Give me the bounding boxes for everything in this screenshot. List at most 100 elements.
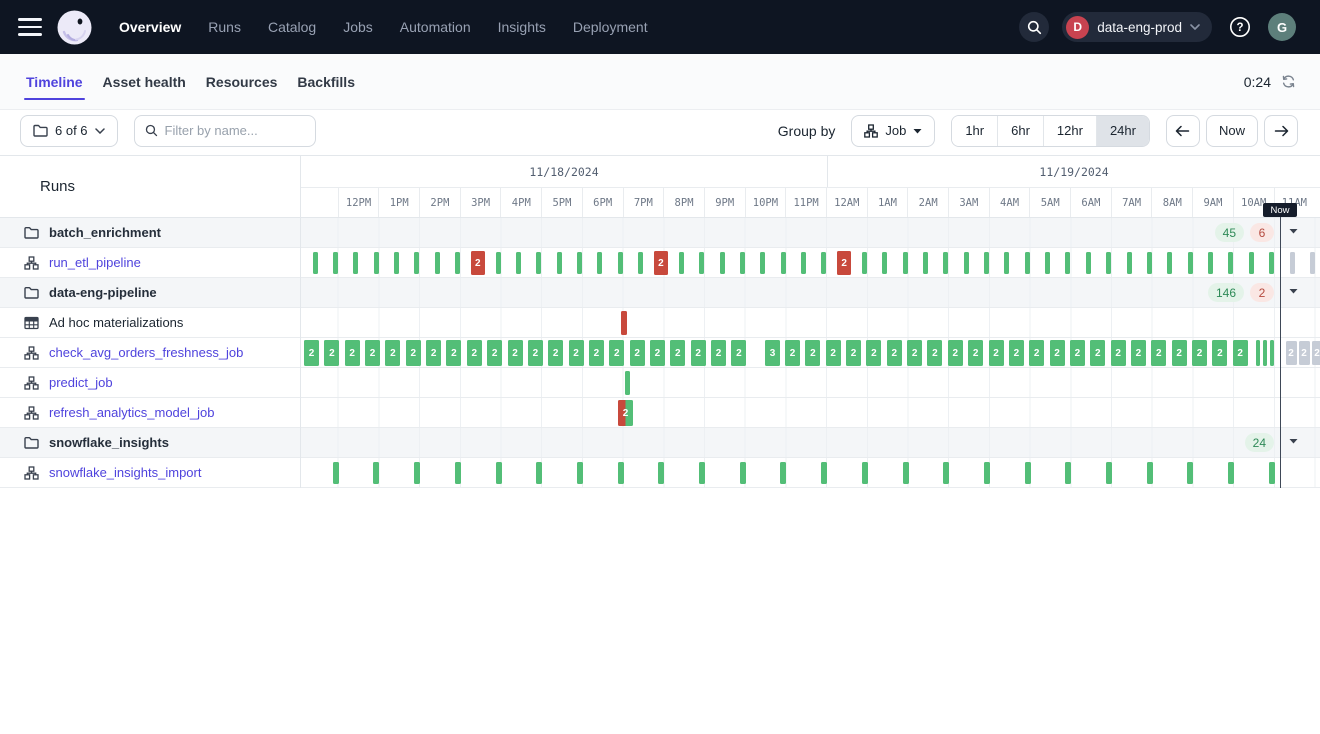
run-batch-box[interactable]: 2: [1111, 340, 1126, 366]
run-batch-box[interactable]: 2: [1299, 341, 1310, 365]
run-tick[interactable]: [618, 252, 623, 274]
run-batch-box[interactable]: 2: [887, 340, 902, 366]
run-batch-box[interactable]: 2: [691, 340, 706, 366]
run-tick[interactable]: [1106, 252, 1111, 274]
run-tick[interactable]: [1263, 340, 1267, 366]
nav-item-automation[interactable]: Automation: [394, 13, 477, 41]
run-tick[interactable]: [1167, 252, 1172, 274]
run-batch-box[interactable]: 2: [471, 251, 485, 275]
run-batch-box[interactable]: 2: [487, 340, 502, 366]
range-1hr[interactable]: 1hr: [952, 116, 997, 146]
run-batch-box[interactable]: 2: [345, 340, 360, 366]
run-tick[interactable]: [313, 252, 318, 274]
nav-item-catalog[interactable]: Catalog: [262, 13, 322, 41]
range-6hr[interactable]: 6hr: [997, 116, 1043, 146]
run-tick[interactable]: [496, 462, 502, 484]
failure-count-badge[interactable]: 6: [1250, 223, 1274, 242]
run-batch-box[interactable]: 2: [948, 340, 963, 366]
run-batch-box[interactable]: 2: [1192, 340, 1207, 366]
nav-item-runs[interactable]: Runs: [202, 13, 247, 41]
run-tick[interactable]: [1086, 252, 1091, 274]
run-batch-box[interactable]: 2: [589, 340, 604, 366]
run-tick[interactable]: [597, 252, 602, 274]
run-tick[interactable]: [394, 252, 399, 274]
run-tick[interactable]: [862, 252, 867, 274]
timeline-now-button[interactable]: Now: [1206, 115, 1258, 147]
run-batch-box[interactable]: 2: [446, 340, 461, 366]
run-batch-box[interactable]: 2: [1131, 340, 1146, 366]
run-batch-box[interactable]: 2: [785, 340, 800, 366]
run-tick[interactable]: [638, 252, 643, 274]
run-batch-box[interactable]: 2: [650, 340, 665, 366]
nav-item-deployment[interactable]: Deployment: [567, 13, 654, 41]
run-tick[interactable]: [374, 252, 379, 274]
run-batch-box[interactable]: 2: [907, 340, 922, 366]
run-tick[interactable]: [621, 311, 627, 335]
run-tick[interactable]: [1065, 462, 1071, 484]
run-tick[interactable]: [1269, 252, 1274, 274]
run-batch-box[interactable]: 2: [654, 251, 668, 275]
run-tick[interactable]: [333, 462, 339, 484]
run-tick[interactable]: [984, 462, 990, 484]
group-by-select[interactable]: Job: [851, 115, 935, 147]
run-tick[interactable]: [1025, 462, 1031, 484]
timeline-back-button[interactable]: [1166, 115, 1200, 147]
run-tick[interactable]: [1310, 252, 1315, 274]
run-tick[interactable]: [984, 252, 989, 274]
nav-item-insights[interactable]: Insights: [492, 13, 552, 41]
run-batch-box[interactable]: 2: [989, 340, 1004, 366]
run-batch-box[interactable]: 2: [569, 340, 584, 366]
run-tick[interactable]: [882, 252, 887, 274]
tab-timeline[interactable]: Timeline: [24, 54, 85, 109]
run-tick[interactable]: [821, 252, 826, 274]
failure-count-badge[interactable]: 2: [1250, 283, 1274, 302]
run-batch-box[interactable]: 2: [618, 400, 633, 426]
run-tick[interactable]: [801, 252, 806, 274]
row-name[interactable]: run_etl_pipeline: [49, 255, 141, 270]
help-button[interactable]: ?: [1225, 12, 1255, 42]
name-filter-field[interactable]: [134, 115, 316, 147]
run-tick[interactable]: [1249, 252, 1254, 274]
run-batch-box[interactable]: 2: [968, 340, 983, 366]
run-tick[interactable]: [1147, 252, 1152, 274]
run-tick[interactable]: [536, 462, 542, 484]
run-tick[interactable]: [720, 252, 725, 274]
run-tick[interactable]: [699, 462, 705, 484]
run-batch-box[interactable]: 2: [609, 340, 624, 366]
run-tick[interactable]: [964, 252, 969, 274]
run-tick[interactable]: [577, 252, 582, 274]
run-tick[interactable]: [455, 462, 461, 484]
run-tick[interactable]: [740, 252, 745, 274]
success-count-badge[interactable]: 146: [1208, 283, 1244, 302]
run-tick[interactable]: [1004, 252, 1009, 274]
run-tick[interactable]: [1269, 462, 1275, 484]
row-name[interactable]: predict_job: [49, 375, 113, 390]
run-tick[interactable]: [1045, 252, 1050, 274]
run-tick[interactable]: [1208, 252, 1213, 274]
run-batch-box[interactable]: 2: [365, 340, 380, 366]
run-tick[interactable]: [1106, 462, 1112, 484]
run-batch-box[interactable]: 2: [1029, 340, 1044, 366]
run-tick[interactable]: [1228, 252, 1233, 274]
run-tick[interactable]: [333, 252, 338, 274]
run-batch-box[interactable]: 2: [1009, 340, 1024, 366]
tab-asset-health[interactable]: Asset health: [101, 54, 188, 109]
run-tick[interactable]: [1270, 340, 1274, 366]
row-name[interactable]: check_avg_orders_freshness_job: [49, 345, 243, 360]
run-batch-box[interactable]: 2: [670, 340, 685, 366]
timeline-forward-button[interactable]: [1264, 115, 1298, 147]
run-tick[interactable]: [435, 252, 440, 274]
run-batch-box[interactable]: 2: [548, 340, 563, 366]
name-filter-input[interactable]: [165, 123, 305, 138]
nav-item-overview[interactable]: Overview: [113, 13, 187, 41]
run-tick[interactable]: [496, 252, 501, 274]
run-batch-box[interactable]: 2: [927, 340, 942, 366]
expand-caret-icon[interactable]: [1289, 438, 1298, 444]
run-tick[interactable]: [1290, 252, 1295, 274]
run-batch-box[interactable]: 3: [765, 340, 780, 366]
run-tick[interactable]: [760, 252, 765, 274]
run-tick[interactable]: [780, 462, 786, 484]
run-tick[interactable]: [577, 462, 583, 484]
run-tick[interactable]: [1228, 462, 1234, 484]
run-batch-box[interactable]: 2: [1151, 340, 1166, 366]
